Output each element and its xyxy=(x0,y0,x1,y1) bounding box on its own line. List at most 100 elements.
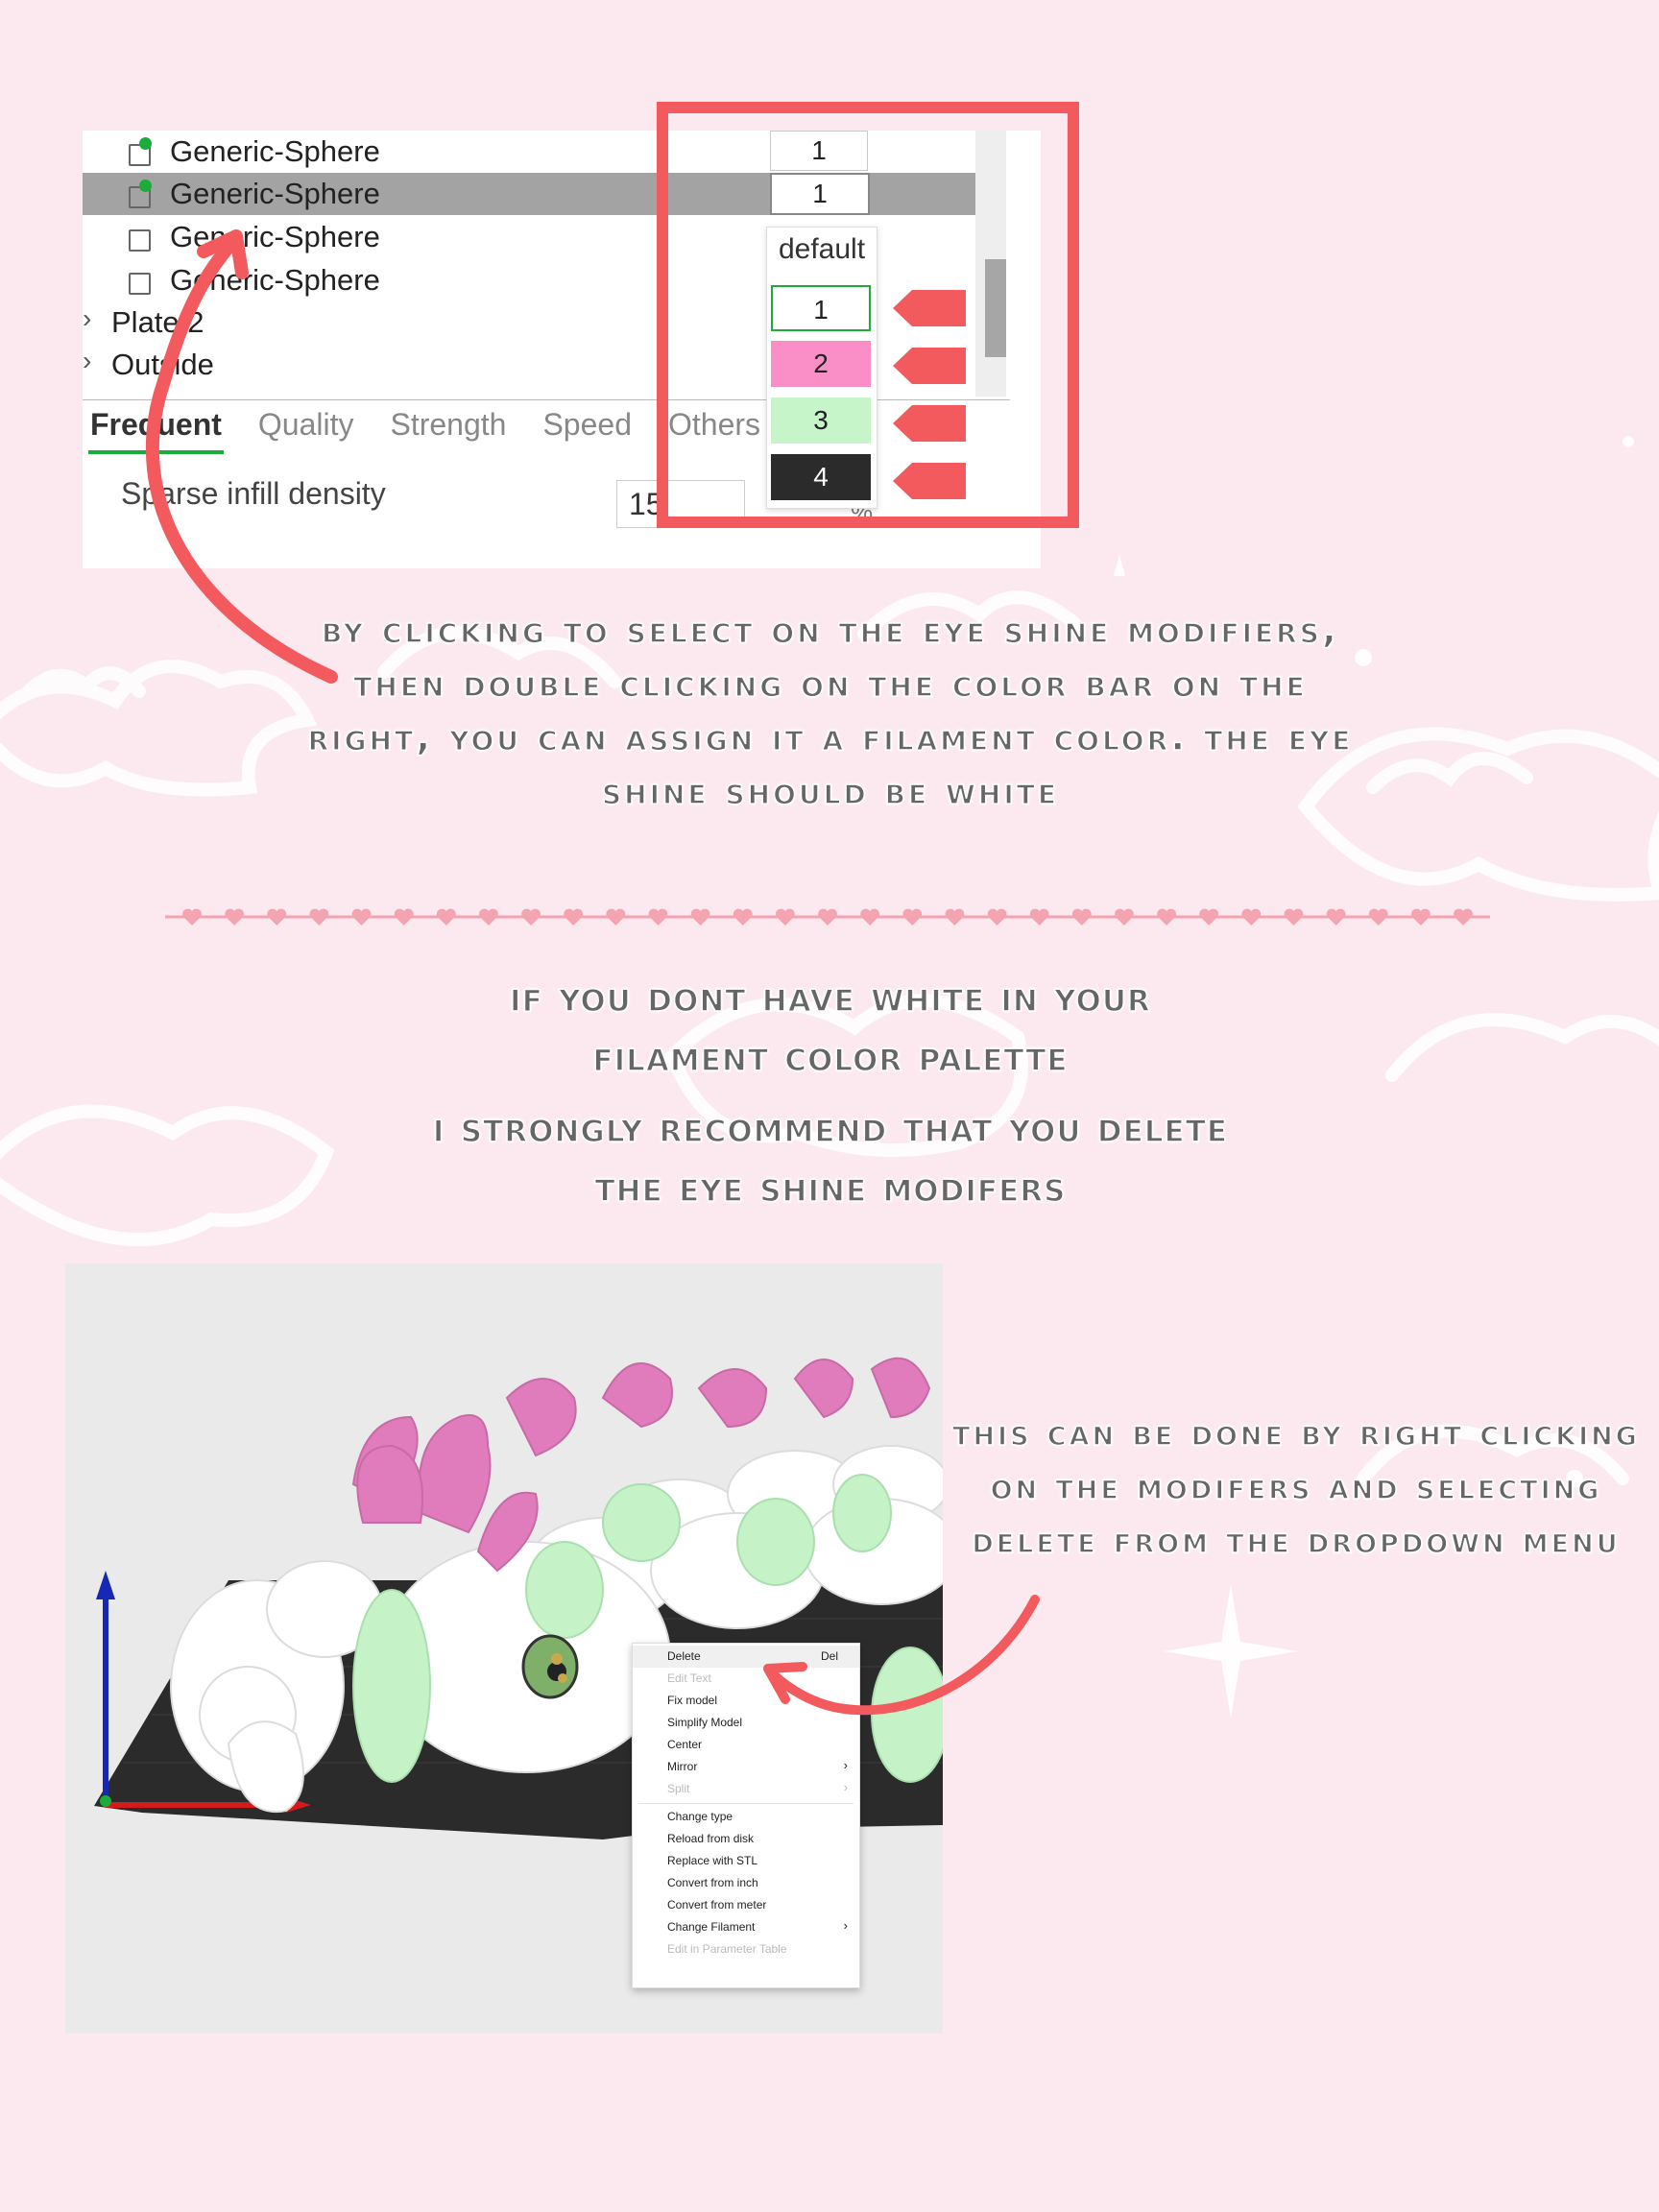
heart-icon xyxy=(690,908,710,926)
heart-icon xyxy=(902,908,923,926)
object-name: Generic-Sphere xyxy=(170,220,380,253)
chevron-right-icon[interactable]: › xyxy=(83,346,91,376)
tab-quality[interactable]: Quality xyxy=(256,403,356,454)
heart-icon xyxy=(1115,908,1134,926)
context-menu: Delete Del Edit Text Fix model Simplify Mode… xyxy=(632,1643,860,1988)
instruction-text-select-modifier: By clicking to select on the eye shine m… xyxy=(307,607,1354,814)
menu-item-label: Convert from inch xyxy=(667,1876,758,1889)
menu-item-edit-text: Edit Text xyxy=(633,1668,859,1690)
menu-item-fix-model[interactable]: Fix model xyxy=(633,1690,859,1712)
menu-item-change-filament[interactable]: Change Filament › xyxy=(633,1916,859,1938)
heading-line: filament color palette xyxy=(592,1031,1069,1082)
menu-separator xyxy=(638,1803,854,1804)
heart-icon xyxy=(1368,908,1388,926)
object-icon xyxy=(129,226,151,252)
menu-item-label: Edit Text xyxy=(667,1671,711,1685)
heart-icon xyxy=(1241,908,1262,926)
heart-icon xyxy=(479,908,498,926)
object-icon xyxy=(129,137,152,166)
plate-name: Plate 2 xyxy=(111,305,204,339)
pointer-tag-icon xyxy=(893,405,966,442)
tab-speed[interactable]: Speed xyxy=(541,403,634,454)
menu-item-convert-from-inch[interactable]: Convert from inch xyxy=(633,1872,859,1894)
sparkle-star xyxy=(1114,555,1125,576)
heart-icon xyxy=(436,908,456,926)
tab-frequent[interactable]: Frequent xyxy=(88,403,224,454)
object-name: Generic-Sphere xyxy=(170,177,380,210)
menu-item-label: Edit in Parameter Table xyxy=(667,1942,787,1956)
menu-item-reload-from-disk[interactable]: Reload from disk xyxy=(633,1828,859,1850)
plate-name: Outside xyxy=(111,348,214,381)
heart-icon xyxy=(394,908,414,926)
menu-item-label: Change type xyxy=(667,1810,733,1823)
heart-icon xyxy=(182,908,202,926)
heart-icon xyxy=(1410,908,1431,926)
menu-item-change-type[interactable]: Change type xyxy=(633,1806,859,1828)
heart-icon xyxy=(309,908,329,926)
menu-item-label: Reload from disk xyxy=(667,1832,755,1845)
heart-icon xyxy=(564,908,584,926)
menu-item-label: Change Filament xyxy=(667,1920,756,1934)
menu-shortcut: Del xyxy=(820,1649,838,1663)
warning-heading: If you dont have white in your filament … xyxy=(288,968,1373,1217)
sparkle-dot xyxy=(1623,436,1634,447)
modifier-dot-icon xyxy=(139,180,152,192)
menu-item-label: Center xyxy=(667,1738,703,1751)
menu-item-split: Split › xyxy=(633,1778,859,1800)
heart-icon xyxy=(775,908,795,926)
heart-icon xyxy=(733,908,753,926)
menu-item-label: Mirror xyxy=(667,1760,698,1773)
heart-icon xyxy=(945,908,965,926)
heading-line: If you dont have white in your xyxy=(509,972,1151,1022)
pointer-tag-icon xyxy=(893,348,966,384)
heart-icon xyxy=(1071,908,1092,926)
menu-item-label: Fix model xyxy=(667,1694,718,1707)
tab-strength[interactable]: Strength xyxy=(388,403,508,454)
heart-icon xyxy=(818,908,837,926)
menu-item-edit-in-parameter-table: Edit in Parameter Table xyxy=(633,1938,859,1960)
heart-icon xyxy=(267,908,287,926)
cloud-decoration xyxy=(0,1104,335,1247)
heart-icon xyxy=(1157,908,1176,926)
heart-icon xyxy=(1199,908,1219,926)
menu-item-label: Delete xyxy=(667,1649,701,1663)
heart-icon xyxy=(987,908,1007,926)
cloud-decoration xyxy=(1366,752,1533,794)
menu-item-label: Simplify Model xyxy=(667,1716,743,1729)
heart-icon xyxy=(521,908,541,926)
menu-item-delete[interactable]: Delete Del xyxy=(633,1646,859,1668)
3d-viewport[interactable]: Delete Del Edit Text Fix model Simplify Mode… xyxy=(65,1263,943,2033)
modifier-dot-icon xyxy=(139,137,152,150)
chevron-right-icon[interactable]: › xyxy=(83,303,91,334)
menu-item-replace-with-stl[interactable]: Replace with STL xyxy=(633,1850,859,1872)
menu-item-center[interactable]: Center xyxy=(633,1734,859,1756)
heart-icon xyxy=(860,908,880,926)
instruction-text-delete: This can be done by right clicking on th… xyxy=(951,1410,1640,1562)
heart-icon xyxy=(351,908,372,926)
heart-icon xyxy=(1029,908,1049,926)
heart-icon xyxy=(1454,908,1473,926)
sparkle-star xyxy=(1164,1584,1298,1719)
object-name: Generic-Sphere xyxy=(170,263,380,297)
heading-line: I strongly recommend that you delete xyxy=(432,1102,1229,1153)
menu-item-label: Split xyxy=(667,1782,690,1795)
submenu-chevron-icon: › xyxy=(843,1758,848,1772)
menu-item-mirror[interactable]: Mirror › xyxy=(633,1756,859,1778)
heart-icon xyxy=(1284,908,1304,926)
object-name: Generic-Sphere xyxy=(170,134,380,168)
heart-icon xyxy=(225,908,245,926)
param-label: Sparse infill density xyxy=(121,476,386,511)
menu-item-convert-from-meter[interactable]: Convert from meter xyxy=(633,1894,859,1916)
cloud-decoration xyxy=(1385,1013,1659,1082)
menu-item-label: Replace with STL xyxy=(667,1854,758,1867)
menu-item-label: Convert from meter xyxy=(667,1898,767,1911)
pointer-tag-icon xyxy=(893,290,966,326)
highlight-frame xyxy=(657,102,1079,528)
hearts-divider xyxy=(165,908,1490,926)
submenu-chevron-icon: › xyxy=(843,1918,848,1933)
menu-item-simplify-model[interactable]: Simplify Model xyxy=(633,1712,859,1734)
submenu-chevron-icon: › xyxy=(843,1780,848,1794)
heart-icon xyxy=(606,908,626,926)
heart-icon xyxy=(648,908,668,926)
object-icon xyxy=(129,269,151,295)
